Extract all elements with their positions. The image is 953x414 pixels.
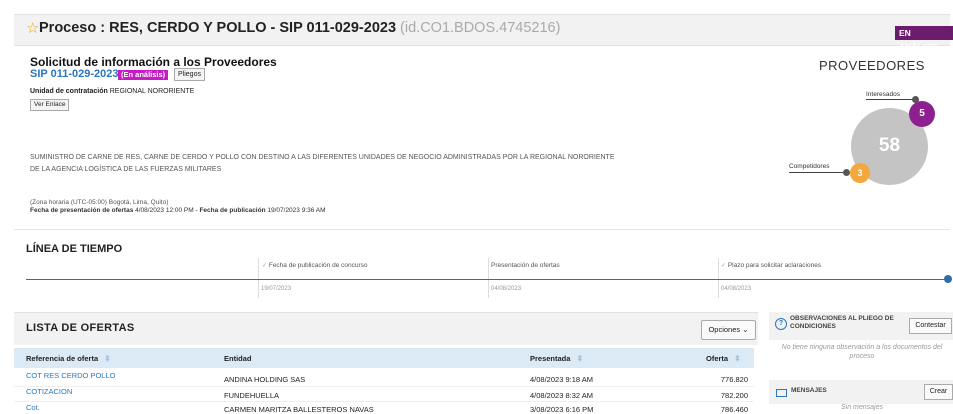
publication-date-label: Fecha de publicación [199,207,266,214]
process-description-line2: DE LA AGENCIA LOGÍSTICA DE LAS FUERZAS M… [30,166,222,173]
request-title: Solicitud de información a los Proveedor… [30,55,277,69]
offer-presented-date: 4/08/2023 9:18 AM [530,375,593,384]
timeline-title: LÍNEA DE TIEMPO [26,243,123,255]
timezone-text: (Zona horaria (UTC-05:00) Bogotá, Lima, … [30,199,169,206]
options-label: Opciones [708,325,741,334]
offer-entity: CARMEN MARITZA BALLESTEROS NAVAS [224,405,374,414]
providers-title: PROVEEDORES [819,58,925,73]
offer-amount: 782.200 [720,391,748,400]
column-header-label: Oferta [706,354,729,363]
process-dates: Fecha de presentación de ofertas 4/08/20… [30,207,326,214]
process-id: (id.CO1.BDOS.4745216) [400,20,561,36]
question-icon: ? [775,318,787,330]
column-header-label: Presentada [530,354,571,363]
observations-empty-text-cont: proceso [849,353,875,360]
table-row-divider [14,401,754,402]
column-header-reference[interactable]: Referencia de oferta ⬍ [26,354,111,363]
offer-entity: ANDINA HOLDING SAS [224,375,306,384]
total-providers-count: 58 [878,135,901,156]
section-divider [14,229,950,230]
contestar-button[interactable]: Contestar [909,318,952,334]
process-description-line1: SUMINISTRO DE CARNE DE RES, CARNE DE CER… [30,154,615,161]
timeline-end-marker [944,275,952,283]
interested-count: 5 [919,108,925,119]
contracting-unit-value: REGIONAL NORORIENTE [109,88,195,95]
column-header-entity[interactable]: Entidad [224,354,252,363]
check-icon: ✓ [262,263,268,269]
sort-icon[interactable]: ⬍ [104,354,111,363]
timeline-tick [718,258,719,298]
offer-entity: FUNDEHUELLA [224,391,280,400]
process-title-text: Proceso : RES, CERDO Y POLLO - SIP 011-0… [39,20,397,36]
messages-title: MENSAJES [791,387,827,394]
offers-title: LISTA DE OFERTAS [26,322,135,334]
envelope-icon [776,389,787,397]
offers-table-header [14,348,754,368]
offer-reference-link[interactable]: COT RES CERDO POLLO [26,371,115,380]
request-code-link[interactable]: SIP 011-029-2023 [30,68,118,80]
status-badge: EN ANÁLISIS [895,26,953,52]
observations-title-cont: CONDICIONES [790,323,836,330]
observations-empty-text: No tiene ninguna observación a los docum… [781,344,943,351]
options-dropdown[interactable]: Opciones ⌄ [701,320,756,340]
competitors-leader-dot [843,169,850,176]
publication-date-value: 19/07/2023 9:36 AM [267,207,326,214]
contracting-unit-label: Unidad de contratación [30,88,108,95]
interested-label: Interesados [866,91,900,98]
pliegos-button[interactable]: Pliegos [174,68,205,81]
offer-presented-date: 3/08/2023 6:16 PM [530,405,594,414]
offer-presented-date: 4/08/2023 8:32 AM [530,391,593,400]
offer-reference-link[interactable]: Cot. [26,403,40,412]
interested-leader-line [866,99,915,100]
crear-button[interactable]: Crear [924,384,953,400]
timeline-event-date: 04/08/2023 [491,286,522,292]
column-header-label: Referencia de oferta [26,354,99,363]
column-header-offer[interactable]: Oferta ⬍ [706,354,741,363]
timeline-event-date: 04/08/2023 [721,286,752,292]
chevron-down-icon: ⌄ [742,325,749,334]
timeline-event-date: 19/07/2023 [261,286,292,292]
timeline-line [26,279,949,280]
observations-title: OBSERVACIONES AL PLIEGO DE [790,315,894,322]
ver-enlace-button[interactable]: Ver Enlace [30,99,70,111]
offers-date-label: Fecha de presentación de ofertas [30,207,134,214]
sort-icon[interactable]: ⬍ [576,354,583,363]
timeline-event-1: ✓ Fecha de publicación de concurso [262,262,368,269]
request-status-badge: (En análisis) [118,70,169,80]
sort-icon[interactable]: ⬍ [734,354,741,363]
competitors-count: 3 [857,168,863,178]
star-icon[interactable]: ☆ [26,21,39,37]
contracting-unit: Unidad de contratación REGIONAL NORORIEN… [30,88,194,95]
competitors-label: Competidores [789,163,830,170]
timeline-event-3: ✓ Plazo para solicitar aclaraciones [721,262,821,269]
check-icon: ✓ [721,263,727,269]
offer-reference-link[interactable]: COTIZACION [26,387,72,396]
competitors-leader-line [789,172,846,173]
process-title: Proceso : RES, CERDO Y POLLO - SIP 011-0… [39,20,560,36]
offers-date-value: 4/08/2023 12:00 PM - [135,207,198,214]
timeline-event-2: Presentación de ofertas [491,262,560,269]
table-row-divider [14,386,754,387]
offer-amount: 776.820 [720,375,748,384]
timeline-tick [258,258,259,298]
offer-amount: 786.460 [720,405,748,414]
messages-empty-text: Sin mensajes [840,404,884,411]
timeline-event-label: Presentación de ofertas [491,262,560,269]
timeline-event-label: Plazo para solicitar aclaraciones [727,262,822,269]
timeline-event-label: Fecha de publicación de concurso [268,262,368,269]
column-header-presented[interactable]: Presentada ⬍ [530,354,583,363]
column-header-label: Entidad [224,354,252,363]
timeline-tick [488,258,489,298]
